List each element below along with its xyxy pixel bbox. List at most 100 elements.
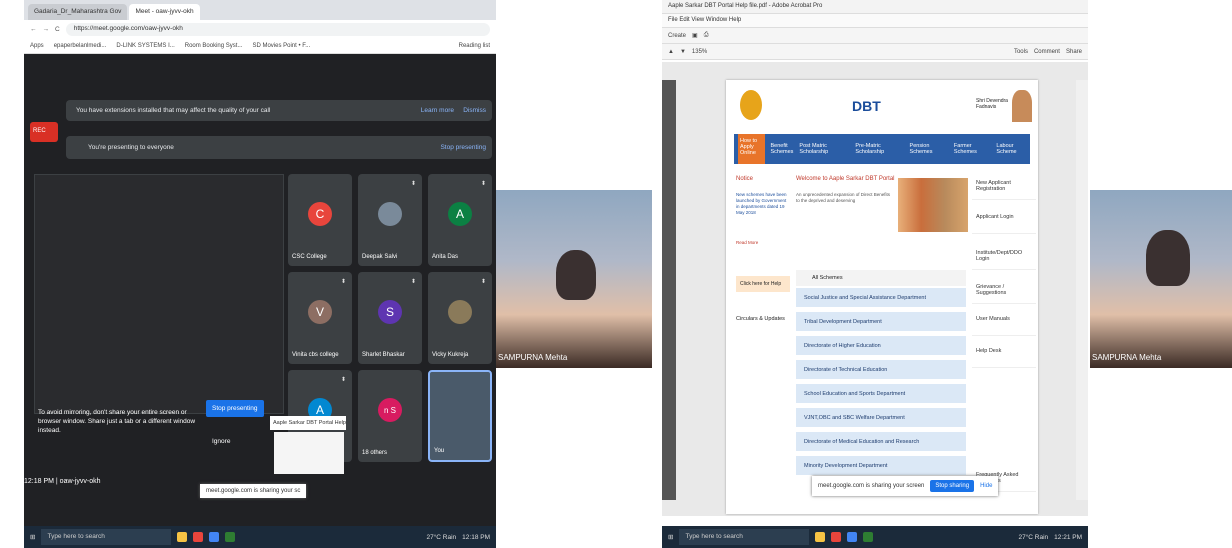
participant-tile[interactable]: n S 18 others: [358, 370, 422, 462]
right-link[interactable]: Grievance / Suggestions: [972, 278, 1036, 304]
browser-tab[interactable]: Gadaria_Dr_Maharashtra Gov: [28, 4, 128, 20]
welcome-subtext: An unprecedented expansion of Direct Ben…: [796, 192, 891, 203]
page-down-icon[interactable]: ▼: [680, 49, 686, 55]
right-link[interactable]: Institute/Dept/DDO Login: [972, 244, 1036, 270]
participant-tile[interactable]: ⬍ S Sharlet Bhaskar: [358, 272, 422, 364]
create-button[interactable]: Create: [668, 33, 686, 39]
dbt-logo: DBT: [852, 98, 881, 114]
chrome-icon[interactable]: [847, 532, 858, 542]
department-item[interactable]: School Education and Sports Department: [796, 384, 966, 404]
participant-tile[interactable]: ⬍ Deepak Salvi: [358, 174, 422, 266]
stop-presenting-link[interactable]: Stop presenting: [440, 144, 486, 151]
learn-more-link[interactable]: Learn more: [421, 107, 454, 114]
taskbar-search-input[interactable]: Type here to search: [679, 529, 810, 545]
menu-bar[interactable]: File Edit View Window Help: [662, 14, 1088, 28]
bookmark[interactable]: Apps: [30, 43, 44, 49]
extension-banner: You have extensions installed that may a…: [66, 100, 492, 121]
nav-item[interactable]: Pension Schemes: [910, 143, 948, 155]
department-item[interactable]: Minority Development Department: [796, 456, 966, 476]
department-item[interactable]: Directorate of Technical Education: [796, 360, 966, 380]
left-side-panel: [662, 80, 676, 500]
department-item[interactable]: Tribal Development Department: [796, 312, 966, 332]
pin-icon[interactable]: ⬍: [411, 180, 416, 187]
file-explorer-icon[interactable]: [177, 532, 188, 542]
department-item[interactable]: Social Justice and Special Assistance De…: [796, 288, 966, 308]
shared-tab-thumbnail[interactable]: Aaple Sarkar DBT Portal Help N...: [270, 416, 346, 430]
participant-tile[interactable]: ⬍ V Vinita cbs college: [288, 272, 352, 364]
app-icon[interactable]: [831, 532, 842, 542]
pin-icon[interactable]: ⬍: [341, 278, 346, 285]
right-link[interactable]: User Manuals: [972, 310, 1036, 336]
pin-icon[interactable]: ⬍: [411, 278, 416, 285]
dismiss-button[interactable]: Dismiss: [463, 107, 486, 114]
zoom-value[interactable]: 135%: [692, 49, 707, 55]
reading-list[interactable]: Reading list: [459, 43, 490, 49]
back-icon[interactable]: ←: [30, 26, 37, 33]
save-icon[interactable]: ▣: [692, 32, 698, 39]
participant-tile[interactable]: ⬍ A Anita Das: [428, 174, 492, 266]
presenting-text: You're presenting to everyone: [88, 144, 174, 151]
participant-tile[interactable]: ⬍ Vicky Kukreja: [428, 272, 492, 364]
pin-icon[interactable]: ⬍: [341, 376, 346, 383]
windows-start-icon[interactable]: ⊞: [30, 533, 35, 541]
windows-start-icon[interactable]: ⊞: [668, 533, 673, 541]
window-title: Aaple Sarkar DBT Portal Help file.pdf - …: [662, 0, 1088, 14]
weather-status: 27°C Rain: [426, 533, 457, 541]
file-explorer-icon[interactable]: [815, 532, 826, 542]
read-more-link[interactable]: Read More: [736, 240, 758, 245]
acrobat-toolbar: Create ▣ ⎙: [662, 28, 1088, 44]
browser-tab-meet[interactable]: Meet - oaw-jyvv-okh: [129, 4, 200, 20]
leaders-banner: [898, 178, 968, 232]
speaker-video-right: SAMPURNA Mehta: [1090, 190, 1232, 368]
bookmark[interactable]: D-LINK SYSTEMS I...: [116, 43, 174, 49]
print-icon[interactable]: ⎙: [704, 32, 709, 39]
reload-icon[interactable]: C: [55, 26, 60, 33]
participant-name: Anita Das: [432, 254, 459, 260]
department-item[interactable]: Directorate of Medical Education and Res…: [796, 432, 966, 452]
pin-icon[interactable]: ⬍: [481, 180, 486, 187]
nav-item[interactable]: Post Matric Scholarship: [799, 143, 849, 155]
department-item[interactable]: VJNT,OBC and SBC Welfare Department: [796, 408, 966, 428]
share-tab[interactable]: Share: [1066, 49, 1082, 55]
speaker-video-left: SAMPURNA Mehta: [496, 190, 652, 368]
pin-icon[interactable]: ⬍: [481, 278, 486, 285]
ignore-button[interactable]: Ignore: [212, 438, 230, 445]
chrome-icon[interactable]: [209, 532, 220, 542]
benefit-schemes-link[interactable]: Benefit Schemes: [771, 143, 794, 155]
url-input[interactable]: https://meet.google.com/oaw-jyvv-okh: [65, 22, 490, 36]
nav-item[interactable]: Pre-Matric Scholarship: [855, 143, 903, 155]
participant-name: You: [434, 448, 445, 454]
help-button[interactable]: Click here for Help: [736, 276, 790, 292]
self-tile[interactable]: You: [428, 370, 492, 462]
right-link[interactable]: New Applicant Registration: [972, 174, 1036, 200]
bookmark[interactable]: Room Booking Syst...: [185, 43, 243, 49]
right-link[interactable]: Help Desk: [972, 342, 1036, 368]
how-to-apply-button[interactable]: How to Apply Online: [738, 134, 765, 164]
right-link[interactable]: Applicant Login: [972, 208, 1036, 234]
taskbar-search-input[interactable]: Type here to search: [41, 529, 172, 545]
comment-tab[interactable]: Comment: [1034, 49, 1060, 55]
meet-area: REC You have extensions installed that m…: [24, 70, 496, 498]
hide-button[interactable]: Hide: [980, 483, 992, 489]
system-clock: 12:21 PM: [1054, 533, 1082, 541]
avatar: n S: [378, 398, 402, 422]
page-up-icon[interactable]: ▲: [668, 49, 674, 55]
bookmark[interactable]: SD Movies Point • F...: [252, 43, 310, 49]
bookmark[interactable]: epaperbelanlmedi...: [54, 43, 107, 49]
excel-icon[interactable]: [225, 532, 236, 542]
app-icon[interactable]: [193, 532, 204, 542]
right-screen-share: Aaple Sarkar DBT Portal Help file.pdf - …: [662, 0, 1088, 548]
participant-tile[interactable]: C CSC College: [288, 174, 352, 266]
department-item[interactable]: Directorate of Higher Education: [796, 336, 966, 356]
nav-item[interactable]: Labour Scheme: [996, 143, 1030, 155]
avatar: C: [308, 202, 332, 226]
tools-tab[interactable]: Tools: [1014, 49, 1028, 55]
nav-item[interactable]: Farmer Schemes: [954, 143, 991, 155]
stop-sharing-button[interactable]: Stop sharing: [930, 480, 975, 492]
excel-icon[interactable]: [863, 532, 874, 542]
mirror-warning: To avoid mirroring, don't share your ent…: [38, 409, 196, 435]
participant-name: Vicky Kukreja: [432, 352, 469, 358]
stop-presenting-button[interactable]: Stop presenting: [206, 400, 264, 417]
windows-taskbar: ⊞ Type here to search 27°C Rain 12:21 PM: [662, 526, 1088, 548]
forward-icon[interactable]: →: [43, 26, 50, 33]
